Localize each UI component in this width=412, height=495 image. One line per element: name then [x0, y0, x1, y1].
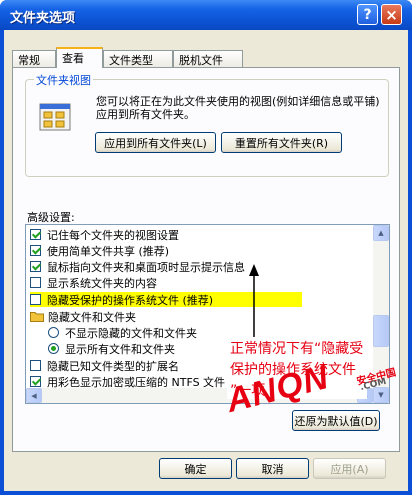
advanced-settings-label: 高级设置: — [27, 211, 75, 224]
list-item-label: 隐藏文件和文件夹 — [48, 310, 136, 324]
folder-view-icon — [39, 103, 71, 131]
list-item-label: 显示系统文件夹的内容 — [47, 276, 157, 290]
checkbox[interactable] — [30, 261, 41, 272]
folder-icon — [30, 312, 44, 322]
tab-view[interactable]: 查看 — [56, 47, 103, 68]
list-item-label: 隐藏已知文件类型的扩展名 — [47, 359, 179, 373]
folder-options-window: 文件夹选项 ? × 常规 查看 文件类型 脱机文件 文件夹视图 您可以将正在为此… — [0, 0, 412, 495]
annotation-arrow-icon — [249, 264, 259, 340]
radio-button[interactable] — [48, 327, 59, 338]
scroll-thumb[interactable] — [373, 315, 389, 347]
list-item[interactable]: 显示所有文件和文件夹 — [48, 341, 175, 356]
checkbox[interactable] — [30, 376, 41, 387]
checkbox[interactable] — [30, 229, 41, 240]
apply-to-all-folders-button[interactable]: 应用到所有文件夹(L) — [95, 132, 216, 153]
list-item-label: 鼠标指向文件夹和桌面项时显示提示信息 — [47, 260, 245, 274]
folder-views-description: 您可以将正在为此文件夹使用的视图(例如详细信息或平铺)应用到所有文件夹。 — [96, 95, 380, 121]
checkbox[interactable] — [30, 277, 41, 288]
radio-button[interactable] — [48, 343, 59, 354]
list-item-label: 显示所有文件和文件夹 — [65, 342, 175, 356]
list-item[interactable]: 使用简单文件共享 (推荐) — [30, 243, 169, 258]
folder-views-group: 文件夹视图 您可以将正在为此文件夹使用的视图(例如详细信息或平铺)应用到所有文件… — [25, 72, 389, 177]
title-bar[interactable]: 文件夹选项 ? × — [0, 0, 412, 30]
cancel-button[interactable]: 取消 — [236, 458, 309, 479]
checkbox[interactable] — [30, 245, 41, 256]
scroll-up-arrow-icon[interactable]: ▲ — [373, 225, 389, 241]
restore-defaults-button[interactable]: 还原为默认值(D) — [292, 410, 380, 431]
list-item-label: 使用简单文件共享 (推荐) — [47, 244, 170, 258]
help-button[interactable]: ? — [357, 4, 378, 25]
checkbox[interactable] — [30, 360, 41, 371]
folder-views-legend: 文件夹视图 — [34, 72, 93, 88]
list-item[interactable]: 鼠标指向文件夹和桌面项时显示提示信息 — [30, 259, 245, 274]
reset-all-folders-button[interactable]: 重置所有文件夹(R) — [221, 132, 342, 153]
scroll-left-arrow-icon[interactable]: ◀ — [26, 388, 42, 403]
tab-file-types[interactable]: 文件类型 — [103, 50, 173, 67]
close-button[interactable]: × — [381, 4, 402, 25]
tab-offline-files[interactable]: 脱机文件 — [173, 50, 243, 67]
list-item[interactable]: 不显示隐藏的文件和文件夹 — [48, 325, 197, 340]
dialog-body: 常规 查看 文件类型 脱机文件 文件夹视图 您可以将正在为此文件夹使用的视图(例… — [4, 30, 408, 491]
checkbox[interactable] — [30, 294, 41, 305]
tab-general[interactable]: 常规 — [12, 50, 56, 67]
list-item[interactable]: 用彩色显示加密或压缩的 NTFS 文件 — [30, 374, 225, 389]
list-item[interactable]: 记住每个文件夹的视图设置 — [30, 227, 179, 242]
ok-button[interactable]: 确定 — [159, 458, 232, 479]
window-title: 文件夹选项 — [10, 11, 76, 26]
list-item[interactable]: 隐藏已知文件类型的扩展名 — [30, 358, 179, 373]
list-item-label: 隐藏受保护的操作系统文件 (推荐) — [47, 293, 214, 307]
apply-button[interactable]: 应用(A) — [313, 458, 386, 479]
list-item-label: 记住每个文件夹的视图设置 — [47, 228, 179, 242]
list-item[interactable]: 显示系统文件夹的内容 — [30, 275, 157, 290]
list-item-label: 不显示隐藏的文件和文件夹 — [65, 326, 197, 340]
list-group-header: 隐藏文件和文件夹 — [30, 309, 136, 324]
